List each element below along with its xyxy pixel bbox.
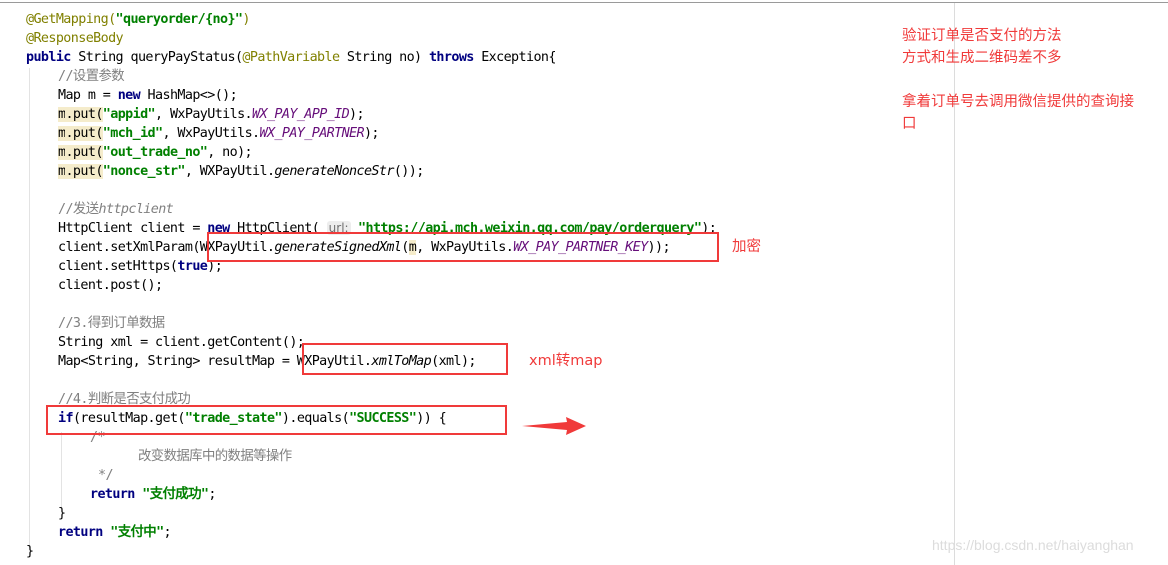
code-line: @ResponseBody <box>26 31 124 46</box>
arrow-right-icon <box>522 417 586 435</box>
code-line: Map m = new HashMap<>(); <box>58 88 238 103</box>
code-comment: //设置参数 <box>58 69 125 84</box>
code-line: m.put("appid", WxPayUtils.WX_PAY_APP_ID)… <box>58 107 365 122</box>
code-line: String xml = client.getContent(); <box>58 335 305 350</box>
code-line: client.post(); <box>58 278 163 293</box>
highlight-box-if-success <box>46 405 507 435</box>
watermark: https://blog.csdn.net/haiyanghan <box>932 537 1134 553</box>
highlight-box-xml-to-map <box>302 343 508 375</box>
code-line: m.put("nonce_str", WXPayUtil.generateNon… <box>58 164 424 179</box>
code-comment: 改变数据库中的数据等操作 <box>138 449 292 464</box>
code-line: client.setHttps(true); <box>58 259 223 274</box>
code-line: } <box>26 544 34 559</box>
code-line: m.put("out_trade_no", no); <box>58 145 253 160</box>
side-note: 验证订单是否支付的方法 方式和生成二维码差不多 拿着订单号去调用微信提供的查询接… <box>902 28 1134 132</box>
code-comment: */ <box>98 468 114 483</box>
code-comment: //3.得到订单数据 <box>58 316 165 331</box>
highlight-box-signed-xml <box>207 232 719 262</box>
top-border <box>0 2 1168 3</box>
annotation-encrypt: 加密 <box>732 239 761 255</box>
code-line: @GetMapping("queryorder/{no}") <box>26 12 251 27</box>
code-line: m.put("mch_id", WxPayUtils.WX_PAY_PARTNE… <box>58 126 380 141</box>
arrow-shape <box>522 417 586 435</box>
indent-guide <box>61 432 62 508</box>
code-line: public String queryPayStatus(@PathVariab… <box>26 50 556 65</box>
annotation-xml-to-map: xml转map <box>529 353 603 369</box>
code-line: } <box>58 506 66 521</box>
indent-guide <box>29 68 30 548</box>
code-comment: //发送httpclient <box>58 202 174 217</box>
code-line: return "支付中"; <box>58 525 172 540</box>
code-line: return "支付成功"; <box>90 487 216 502</box>
